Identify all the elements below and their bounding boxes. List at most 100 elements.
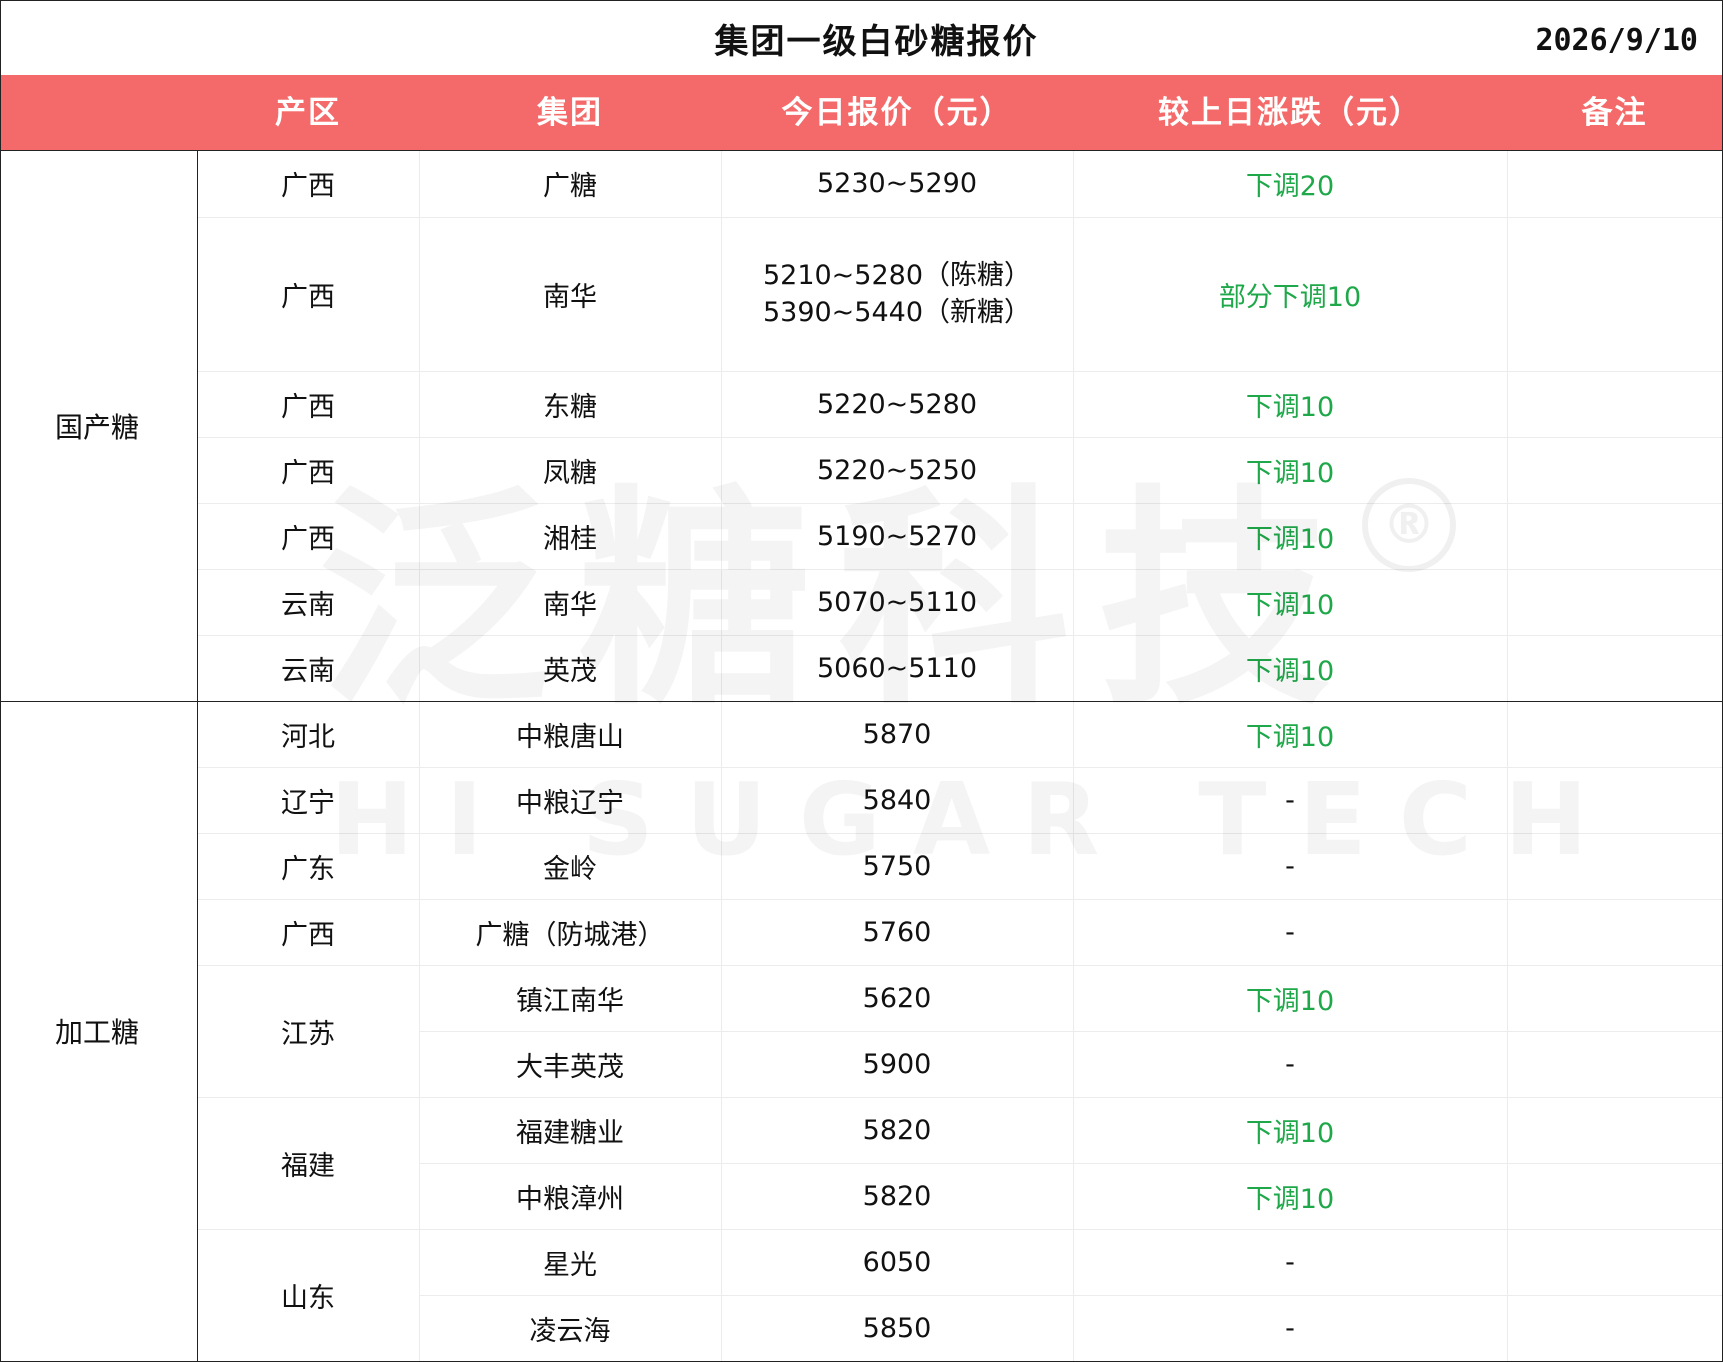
cell-note [1507, 899, 1722, 966]
cell-group: 金岭 [419, 833, 722, 900]
cell-change: 下调10 [1073, 503, 1508, 570]
cell-region: 云南 [197, 569, 420, 636]
table-row: 云南 英茂 5060~5110 下调10 [1, 635, 1722, 702]
table-row: 加工糖 河北 中粮唐山 5870 下调10 [1, 701, 1722, 1361]
header-price: 今日报价（元） [781, 95, 1013, 131]
cell-price: 5060~5110 [721, 635, 1074, 702]
cell-group: 广糖（防城港） [419, 899, 722, 966]
cell-change: 下调10 [1073, 1097, 1508, 1164]
cell-region: 广西 [197, 151, 420, 218]
cell-price: 5900 [721, 1031, 1074, 1098]
cell-note [1507, 503, 1722, 570]
cell-note [1507, 701, 1722, 768]
cell-note [1507, 151, 1722, 218]
cell-price: 5820 [721, 1097, 1074, 1164]
cell-region: 河北 [197, 701, 420, 768]
report-date: 2026/9/10 [1535, 23, 1698, 58]
cell-region: 辽宁 [197, 767, 420, 834]
cell-group: 英茂 [419, 635, 722, 702]
cell-region: 广西 [197, 503, 420, 570]
cell-group: 镇江南华 [419, 965, 722, 1032]
table-row: 广西 凤糖 5220~5250 下调10 [1, 437, 1722, 504]
cell-region: 江苏 [197, 965, 420, 1098]
table-row: 江苏 镇江南华 5620 下调10 [1, 965, 1722, 1098]
cell-change: 下调10 [1073, 701, 1508, 768]
cell-price: 5750 [721, 833, 1074, 900]
cell-change: 下调10 [1073, 1163, 1508, 1230]
title-bar: 集团一级白砂糖报价 [1, 1, 1722, 75]
cell-group: 凌云海 [419, 1295, 722, 1361]
cell-price: 5220~5280 [721, 371, 1074, 438]
cell-change: - [1073, 1295, 1508, 1361]
cell-price: 5760 [721, 899, 1074, 966]
header-change: 较上日涨跌（元） [1158, 95, 1422, 131]
cell-change: 下调10 [1073, 569, 1508, 636]
cell-note [1507, 1163, 1722, 1230]
cell-note [1507, 217, 1722, 372]
cell-group: 广糖 [419, 151, 722, 218]
cell-group: 南华 [419, 569, 722, 636]
cell-price: 5230~5290 [721, 151, 1074, 218]
table-row: 国产糖 广西 广糖 5230~5290 下调20 [1, 151, 1722, 702]
cell-note [1507, 437, 1722, 504]
price-line-new: 5390~5440（新糖） [762, 297, 1032, 328]
table-row: 云南 南华 5070~5110 下调10 [1, 569, 1722, 636]
table-header: 产区 集团 今日报价（元） 较上日涨跌（元） 备注 [1, 75, 1722, 151]
table-row: 广西 湘桂 5190~5270 下调10 [1, 503, 1722, 570]
cell-region: 广东 [197, 833, 420, 900]
cell-group: 大丰英茂 [419, 1031, 722, 1098]
cell-note [1507, 1295, 1722, 1361]
cell-note [1507, 1229, 1722, 1296]
table-row: 广西 东糖 5220~5280 下调10 [1, 371, 1722, 438]
cell-change: - [1073, 1229, 1508, 1296]
cell-price: 5870 [721, 701, 1074, 768]
cell-note [1507, 635, 1722, 702]
cell-note [1507, 965, 1722, 1032]
cell-note [1507, 1097, 1722, 1164]
table-row: 辽宁 中粮辽宁 5840 - [1, 767, 1722, 834]
cell-price: 5850 [721, 1295, 1074, 1361]
cell-change: 下调10 [1073, 635, 1508, 702]
price-sheet: 集团一级白砂糖报价 2026/9/10 产区 集团 今日报价（元） 较上日涨跌（… [0, 0, 1723, 1362]
cell-region: 山东 [197, 1229, 420, 1361]
cell-change: - [1073, 1031, 1508, 1098]
category-domestic: 国产糖 [1, 151, 198, 702]
cell-group: 福建糖业 [419, 1097, 722, 1164]
cell-region: 广西 [197, 371, 420, 438]
price-line-old: 5210~5280（陈糖） [762, 260, 1032, 291]
cell-group: 中粮唐山 [419, 701, 722, 768]
cell-price: 6050 [721, 1229, 1074, 1296]
cell-price: 5220~5250 [721, 437, 1074, 504]
cell-price: 5190~5270 [721, 503, 1074, 570]
cell-note [1507, 1031, 1722, 1098]
page-title: 集团一级白砂糖报价 [714, 21, 1039, 62]
cell-region: 云南 [197, 635, 420, 702]
cell-group: 凤糖 [419, 437, 722, 504]
cell-price: 5620 [721, 965, 1074, 1032]
cell-group: 中粮辽宁 [419, 767, 722, 834]
header-region: 产区 [275, 95, 341, 131]
cell-region: 广西 [197, 899, 420, 966]
cell-group: 东糖 [419, 371, 722, 438]
cell-change: 下调10 [1073, 437, 1508, 504]
table-row: 山东 星光 6050 - [1, 1229, 1722, 1361]
cell-region: 广西 [197, 217, 420, 372]
header-note: 备注 [1581, 95, 1648, 131]
table-row: 广西 广糖（防城港） 5760 - [1, 899, 1722, 966]
cell-note [1507, 833, 1722, 900]
cell-price: 5840 [721, 767, 1074, 834]
cell-group: 南华 [419, 217, 722, 372]
cell-change: 下调10 [1073, 371, 1508, 438]
cell-region: 广西 [197, 437, 420, 504]
cell-change: - [1073, 833, 1508, 900]
header-group: 集团 [537, 95, 603, 131]
cell-group: 中粮漳州 [419, 1163, 722, 1230]
table-row: 福建 福建糖业 5820 下调10 [1, 1097, 1722, 1230]
cell-change: 下调20 [1073, 151, 1508, 218]
cell-region: 福建 [197, 1097, 420, 1230]
cell-change: 下调10 [1073, 965, 1508, 1032]
cell-group: 湘桂 [419, 503, 722, 570]
table-row: 广西 南华 5210~5280（陈糖） 5390~5440（新糖） 部分下调10 [1, 217, 1722, 372]
cell-change: - [1073, 899, 1508, 966]
price-table: 国产糖 广西 广糖 5230~5290 下调20 广西 南华 5210~5280… [1, 151, 1722, 1361]
